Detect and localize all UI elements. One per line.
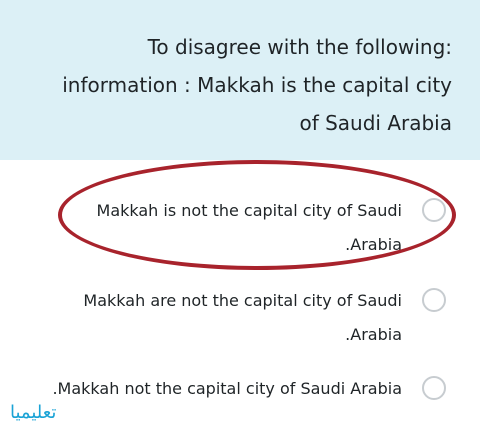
question-text: To disagree with the following: informat…: [32, 28, 452, 142]
question-line: To disagree with the following:: [147, 35, 452, 59]
question-header: To disagree with the following: informat…: [0, 0, 480, 160]
answer-option-3-label: .Makkah not the capital city of Saudi Ar…: [52, 372, 402, 406]
answer-option-3[interactable]: .Makkah not the capital city of Saudi Ar…: [0, 368, 480, 408]
answer-option-2-radio[interactable]: [422, 288, 446, 312]
watermark-logo: تعليميا: [10, 402, 57, 423]
correct-answer-highlight: [58, 160, 456, 270]
question-line: information : Makkah is the capital city: [62, 73, 452, 97]
answer-option-2[interactable]: Makkah are not the capital city of Saudi…: [0, 280, 480, 352]
answer-option-line: .Makkah not the capital city of Saudi Ar…: [52, 379, 402, 398]
answer-option-2-label: Makkah are not the capital city of Saudi…: [52, 284, 402, 352]
answer-option-3-radio[interactable]: [422, 376, 446, 400]
answer-option-line: .Arabia: [345, 325, 402, 344]
question-line: of Saudi Arabia: [299, 111, 452, 135]
answer-option-line: Makkah are not the capital city of Saudi: [83, 291, 402, 310]
